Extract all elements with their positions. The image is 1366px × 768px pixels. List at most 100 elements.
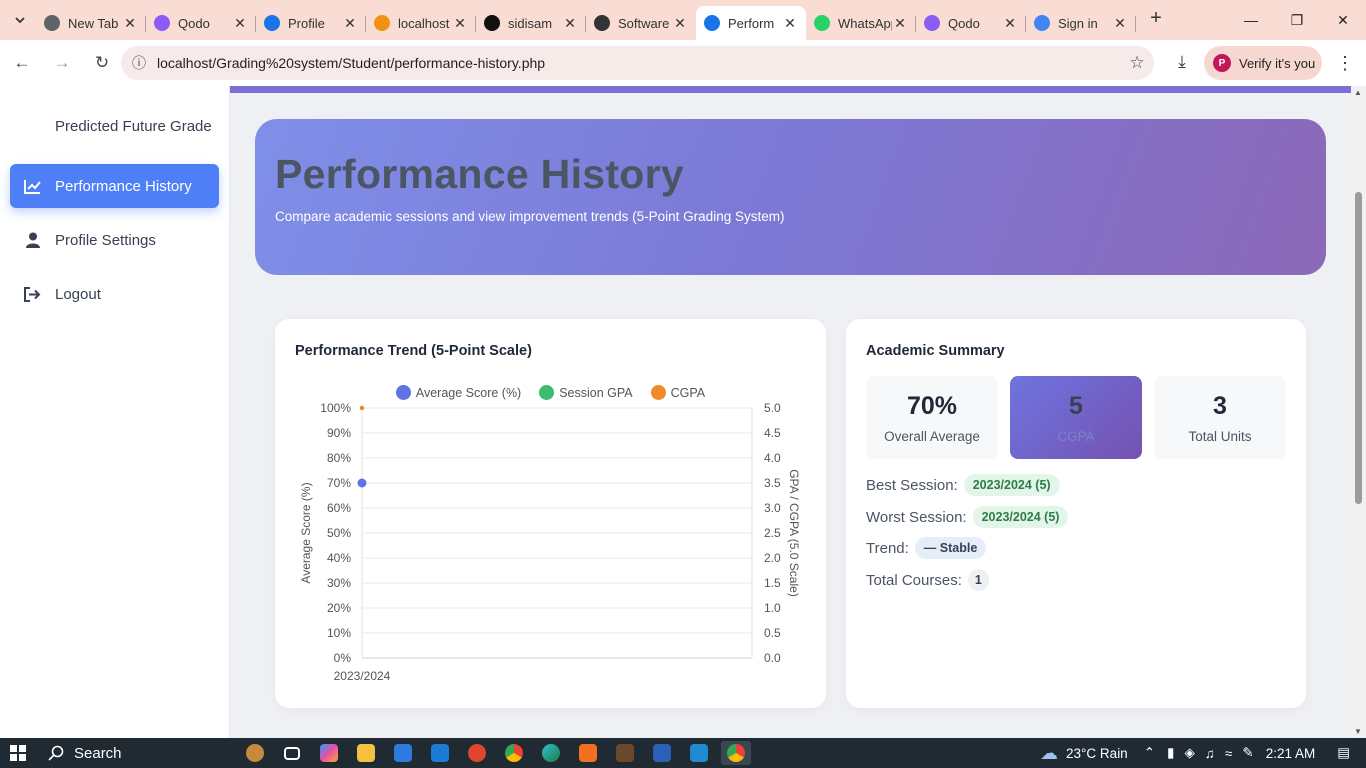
close-tab-icon[interactable]: ✕ [892,15,908,32]
scroll-down-arrow-icon[interactable]: ▼ [1354,727,1362,736]
new-tab-button[interactable]: + [1142,5,1170,33]
tab-qodo[interactable]: Qodo ✕ [146,6,256,40]
stat-value: 3 [1213,392,1227,420]
tab-profile[interactable]: Profile ✕ [256,6,366,40]
close-tab-icon[interactable]: ✕ [782,15,798,32]
tab-perform[interactable]: Perform ✕ [696,6,806,40]
back-button[interactable]: ← [4,45,40,81]
copilot-icon[interactable] [314,741,344,765]
legend-item-cgpa[interactable]: CGPA [650,385,705,400]
close-window-button[interactable]: ✕ [1320,0,1366,40]
close-tab-icon[interactable]: ✕ [672,15,688,32]
legend-item-average[interactable]: Average Score (%) [395,385,521,400]
vertical-scrollbar[interactable]: ▲ ▼ [1351,86,1366,738]
tab-software[interactable]: Software ✕ [586,6,696,40]
y2-tick-label: 3.5 [764,476,781,490]
maximize-button[interactable]: ❐ [1274,0,1320,40]
scrollbar-thumb[interactable] [1355,192,1362,504]
edge-icon[interactable] [536,741,566,765]
wifi-icon[interactable]: ≈ [1225,746,1232,761]
chart-line-icon [10,179,55,194]
store-icon[interactable] [388,741,418,765]
close-tab-icon[interactable]: ✕ [232,15,248,32]
tab-search-button[interactable] [6,6,34,34]
download-icon[interactable]: ⤓ [1166,46,1198,78]
legend-item-session-gpa[interactable]: Session GPA [539,385,633,400]
url-text[interactable]: localhost/Grading%20system/Student/perfo… [157,55,1120,71]
tab-whatsapp[interactable]: WhatsApp ✕ [806,6,916,40]
chart-legend: Average Score (%) Session GPA CGPA [275,385,826,400]
network-icon[interactable]: ◈ [1184,745,1194,761]
site-info-icon[interactable]: ⓘ [121,53,157,73]
qodo-icon [154,15,170,31]
worst-session-label: Worst Session: [866,508,967,526]
close-tab-icon[interactable]: ✕ [122,15,138,32]
total-courses-row: Total Courses: 1 [866,569,989,591]
app-icon[interactable] [610,741,640,765]
sidebar-item-predicted-grade[interactable]: Predicted Future Grade [10,104,219,148]
tab-title: localhost [398,15,450,31]
windows-start-icon[interactable] [0,745,36,761]
tab-qodo[interactable]: Qodo ✕ [916,6,1026,40]
file-explorer-icon[interactable] [351,741,381,765]
sidebar-item-profile-settings[interactable]: Profile Settings [10,218,219,262]
x-tick-label: 2023/2024 [334,669,391,683]
stat-label: CGPA [1057,429,1095,444]
tab-title: Software [618,15,670,31]
close-tab-icon[interactable]: ✕ [1112,15,1128,32]
clock[interactable]: 2:21 AM [1266,746,1316,761]
tab-new-tab[interactable]: New Tab ✕ [36,6,146,40]
menu-kebab-icon[interactable]: ⋮ [1330,46,1360,80]
data-point [359,405,365,411]
volume-icon[interactable]: ♫ [1205,746,1215,761]
word-icon[interactable] [647,741,677,765]
close-tab-icon[interactable]: ✕ [342,15,358,32]
forward-button[interactable]: → [44,45,80,81]
stat-label: Overall Average [884,429,980,444]
legend-dot [650,385,666,400]
weather-icon[interactable]: ☁ [1040,743,1058,764]
minimize-button[interactable]: — [1228,0,1274,40]
close-tab-icon[interactable]: ✕ [452,15,468,32]
y-axis-title: Average Score (%) [299,482,313,583]
sidebar-item-performance-history[interactable]: Performance History [10,164,219,208]
chrome-active-icon[interactable] [720,741,751,765]
y2-tick-label: 2.5 [764,526,781,540]
stat-overall-average: 70% Overall Average [866,376,998,459]
chrome-icon[interactable] [499,741,529,765]
close-tab-icon[interactable]: ✕ [562,15,578,32]
xampp-icon[interactable] [573,741,603,765]
stat-value: 5 [1069,392,1083,420]
tab-sign-in[interactable]: Sign in ✕ [1026,6,1136,40]
y-tick-label: 90% [327,426,351,440]
bookmark-star-icon[interactable]: ☆ [1120,53,1154,73]
header-accent-bar [230,86,1351,93]
tray-chevron-icon[interactable]: ⌃ [1144,745,1155,761]
address-bar[interactable]: ⓘ localhost/Grading%20system/Student/per… [121,46,1154,80]
y2-tick-label: 1.0 [764,601,781,615]
battery-icon[interactable]: ▮ [1167,745,1174,761]
y2-tick-label: 4.0 [764,451,781,465]
pen-icon[interactable]: ✎ [1242,745,1253,761]
trend-badge: — Stable [914,537,987,559]
verify-profile-button[interactable]: P Verify it's you [1204,46,1322,80]
scroll-up-arrow-icon[interactable]: ▲ [1354,88,1362,97]
y-tick-label: 30% [327,576,351,590]
close-tab-icon[interactable]: ✕ [1002,15,1018,32]
squirrel-widget-icon[interactable] [240,741,270,765]
mail-icon[interactable] [425,741,455,765]
sidebar-item-logout[interactable]: Logout [10,272,219,316]
tab-title: Qodo [948,15,980,31]
vscode-icon[interactable] [684,741,714,765]
reload-button[interactable]: ↻ [84,45,120,81]
tab-localhost[interactable]: localhost ✕ [366,6,476,40]
app-icon[interactable] [462,741,492,765]
tab-sidisam[interactable]: sidisam ✕ [476,6,586,40]
window-controls: — ❐ ✕ [1228,0,1366,40]
task-view-icon[interactable] [277,741,307,765]
taskbar-search-label: Search [74,744,122,762]
notifications-icon[interactable]: ▤ [1337,745,1350,761]
taskbar-search[interactable]: Search [36,745,236,762]
weather-text[interactable]: 23°C Rain [1066,746,1128,761]
legend-label: Session GPA [559,385,633,400]
